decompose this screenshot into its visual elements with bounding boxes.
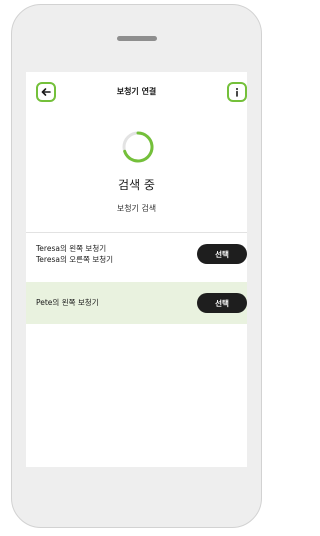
- search-subheading: 보청기 검색: [116, 204, 157, 213]
- info-icon: [236, 88, 238, 97]
- app-screen: 보청기 연결 검색 중 보청기 검색 Teresa의 왼쪽 보청기 Teresa…: [26, 72, 247, 467]
- arrow-left-icon: [41, 88, 51, 96]
- loading-spinner-icon: [122, 131, 154, 163]
- device-name: Pete의 왼쪽 보청기: [36, 297, 99, 308]
- phone-speaker: [117, 36, 157, 41]
- device-name: Teresa의 왼쪽 보청기 Teresa의 오른쪽 보청기: [36, 243, 113, 265]
- device-line: Teresa의 오른쪽 보청기: [36, 255, 114, 264]
- device-line: Pete의 왼쪽 보청기: [36, 298, 99, 307]
- select-button[interactable]: 선택: [197, 244, 247, 264]
- info-button[interactable]: [227, 82, 247, 102]
- device-line: Teresa의 왼쪽 보청기: [36, 244, 107, 253]
- phone-frame: 보청기 연결 검색 중 보청기 검색 Teresa의 왼쪽 보청기 Teresa…: [11, 4, 262, 528]
- back-button[interactable]: [36, 82, 56, 102]
- device-row: Teresa의 왼쪽 보청기 Teresa의 오른쪽 보청기 선택: [26, 233, 247, 277]
- page-title: 보청기 연결: [116, 87, 157, 96]
- select-button[interactable]: 선택: [197, 293, 247, 313]
- search-heading: 검색 중: [118, 178, 155, 192]
- device-row-selected: Pete의 왼쪽 보청기 선택: [26, 282, 247, 324]
